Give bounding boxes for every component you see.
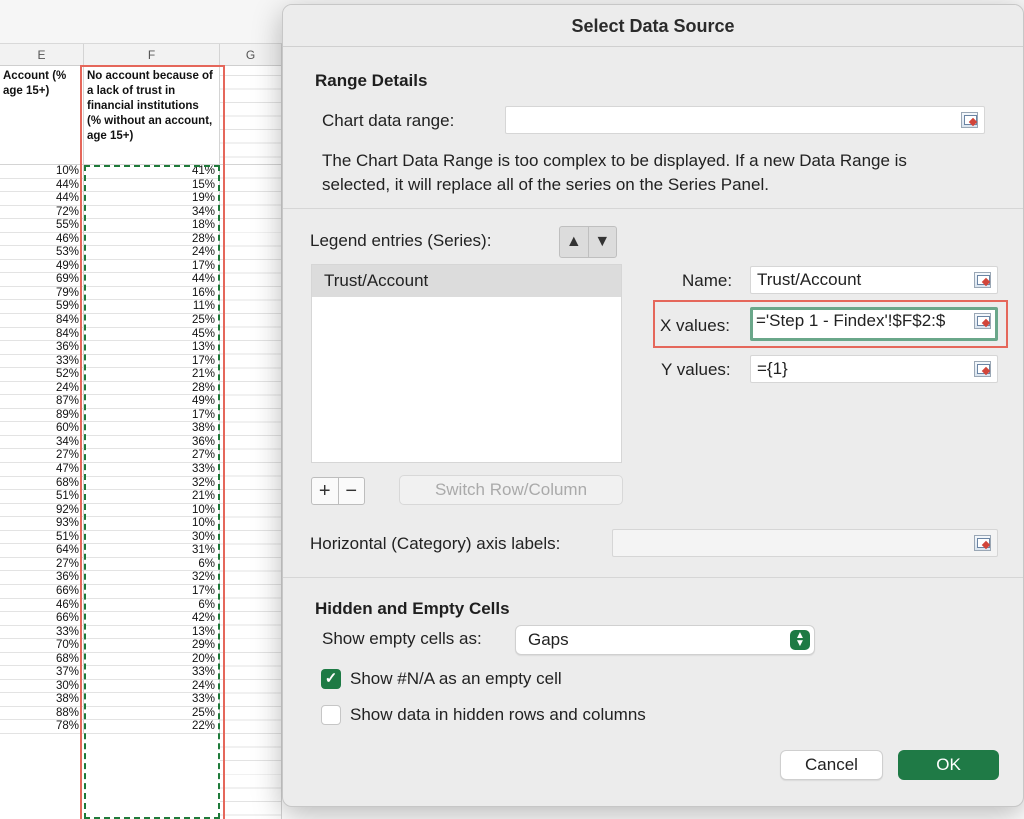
column-header-e[interactable]: E bbox=[0, 44, 84, 66]
column-e-cell[interactable]: 78% bbox=[0, 720, 84, 734]
show-na-checkbox[interactable]: ✓ bbox=[321, 669, 341, 689]
column-e-cell[interactable]: 68% bbox=[0, 476, 84, 491]
y-values-label: Y values: bbox=[661, 360, 731, 379]
column-e-cell[interactable]: 92% bbox=[0, 503, 84, 518]
column-e-cell[interactable]: 55% bbox=[0, 219, 84, 233]
chart-data-range-field[interactable] bbox=[505, 106, 985, 134]
axis-labels-field[interactable] bbox=[612, 529, 998, 557]
column-e-cell[interactable]: 68% bbox=[0, 652, 84, 667]
show-hidden-data-checkbox[interactable] bbox=[321, 705, 341, 725]
column-e-cell[interactable]: 49% bbox=[0, 259, 84, 274]
column-e-cell[interactable]: 66% bbox=[0, 584, 84, 599]
column-e-cell[interactable]: 69% bbox=[0, 273, 84, 287]
name-label: Name: bbox=[682, 271, 733, 290]
column-e-cell[interactable]: 84% bbox=[0, 327, 84, 342]
column-e-cell[interactable]: 64% bbox=[0, 544, 84, 558]
column-e-cell[interactable]: 60% bbox=[0, 422, 84, 436]
axis-labels-label: Horizontal (Category) axis labels: bbox=[310, 534, 561, 553]
show-na-label[interactable]: Show #N/A as an empty cell bbox=[350, 669, 562, 689]
column-e-cell[interactable]: 59% bbox=[0, 300, 84, 315]
name-picker-icon[interactable] bbox=[974, 272, 991, 288]
range-picker-icon[interactable] bbox=[961, 112, 978, 128]
series-list[interactable]: Trust/Account bbox=[311, 264, 622, 463]
show-empty-cells-select[interactable]: Gaps ▲ ▼ bbox=[515, 625, 815, 655]
column-e-cell[interactable]: 38% bbox=[0, 693, 84, 707]
column-e-cell[interactable]: 46% bbox=[0, 598, 84, 613]
column-e-cell[interactable]: 47% bbox=[0, 463, 84, 477]
show-empty-cells-value: Gaps bbox=[528, 630, 569, 649]
column-e-cell[interactable]: 89% bbox=[0, 408, 84, 423]
column-e-cell[interactable]: 93% bbox=[0, 517, 84, 531]
show-hidden-data-label[interactable]: Show data in hidden rows and columns bbox=[350, 705, 646, 725]
column-e-cell[interactable]: 24% bbox=[0, 381, 84, 396]
column-e-cell[interactable]: 34% bbox=[0, 435, 84, 450]
y-values-field[interactable]: ={1} bbox=[750, 355, 998, 383]
remove-series-button[interactable]: − bbox=[339, 478, 365, 504]
column-e-cell[interactable]: 33% bbox=[0, 625, 84, 640]
y-values-picker-icon[interactable] bbox=[974, 361, 991, 377]
x-values-label: X values: bbox=[660, 316, 730, 335]
ok-button[interactable]: OK bbox=[898, 750, 999, 780]
column-e-cell[interactable]: 44% bbox=[0, 178, 84, 193]
column-e-cell[interactable]: 70% bbox=[0, 639, 84, 653]
column-e-cell[interactable]: 33% bbox=[0, 354, 84, 369]
column-header-g[interactable]: G bbox=[220, 44, 282, 66]
legend-entries-label: Legend entries (Series): bbox=[310, 231, 492, 250]
column-e-cell[interactable]: 46% bbox=[0, 232, 84, 247]
column-e-cell[interactable]: 36% bbox=[0, 571, 84, 585]
column-e: Account (% age 15+) 10% 44% 44% 72% 55% 46% 53… bbox=[0, 66, 84, 819]
x-values-picker-icon[interactable] bbox=[974, 313, 991, 329]
column-e-cell[interactable]: 36% bbox=[0, 341, 84, 355]
hidden-empty-heading: Hidden and Empty Cells bbox=[315, 599, 510, 618]
x-values-value: ='Step 1 - Findex'!$F$2:$ bbox=[756, 311, 946, 330]
series-item-trust-account[interactable]: Trust/Account bbox=[312, 265, 621, 297]
move-down-arrow-icon[interactable]: ▼ bbox=[589, 227, 617, 257]
column-e-cell[interactable]: 87% bbox=[0, 395, 84, 409]
column-e-cell[interactable]: 30% bbox=[0, 679, 84, 694]
column-e-cell[interactable]: 51% bbox=[0, 530, 84, 545]
dialog-title: Select Data Source bbox=[283, 5, 1023, 47]
column-e-cell[interactable]: 84% bbox=[0, 314, 84, 328]
column-e-cell[interactable]: 44% bbox=[0, 192, 84, 206]
column-e-values: 10% 44% 44% 72% 55% 46% 53% 49% 69% 79% 59% 84% 84% 3… bbox=[0, 165, 84, 734]
column-e-cell[interactable]: 10% bbox=[0, 165, 84, 179]
chevron-updown-icon: ▲ ▼ bbox=[790, 630, 810, 650]
column-header-f[interactable]: F bbox=[84, 44, 220, 66]
column-e-cell[interactable]: 51% bbox=[0, 490, 84, 504]
chart-data-range-label: Chart data range: bbox=[322, 111, 455, 130]
column-e-header-cell[interactable]: Account (% age 15+) bbox=[0, 66, 84, 165]
move-up-arrow-icon[interactable]: ▲ bbox=[560, 227, 589, 257]
column-e-cell[interactable]: 53% bbox=[0, 246, 84, 260]
add-remove-series-buttons: + − bbox=[311, 477, 365, 505]
series-name-field[interactable]: Trust/Account bbox=[750, 266, 998, 294]
column-e-cell[interactable]: 37% bbox=[0, 666, 84, 680]
select-data-source-dialog: Select Data Source Range Details Chart d… bbox=[282, 4, 1024, 807]
add-series-button[interactable]: + bbox=[312, 478, 339, 504]
range-message: The Chart Data Range is too complex to b… bbox=[322, 151, 907, 194]
column-e-cell[interactable]: 72% bbox=[0, 205, 84, 220]
column-e-cell[interactable]: 79% bbox=[0, 286, 84, 301]
column-e-cell[interactable]: 52% bbox=[0, 368, 84, 382]
column-e-cell[interactable]: 66% bbox=[0, 612, 84, 626]
cancel-button[interactable]: Cancel bbox=[780, 750, 883, 780]
column-f-highlight-outline bbox=[80, 65, 225, 819]
switch-row-column-button[interactable]: Switch Row/Column bbox=[399, 475, 623, 505]
column-g[interactable] bbox=[220, 66, 282, 819]
column-e-cell[interactable]: 27% bbox=[0, 449, 84, 464]
axis-labels-picker-icon[interactable] bbox=[974, 535, 991, 551]
y-values-value: ={1} bbox=[757, 359, 788, 378]
x-values-field[interactable]: ='Step 1 - Findex'!$F$2:$ bbox=[750, 307, 998, 341]
series-order-buttons: ▲ ▼ bbox=[559, 226, 617, 258]
divider bbox=[283, 577, 1023, 578]
divider bbox=[283, 208, 1023, 209]
column-e-cell[interactable]: 88% bbox=[0, 706, 84, 721]
column-e-cell[interactable]: 27% bbox=[0, 557, 84, 572]
series-name-value: Trust/Account bbox=[757, 270, 862, 289]
range-details-heading: Range Details bbox=[315, 71, 428, 90]
show-empty-cells-label: Show empty cells as: bbox=[322, 629, 482, 648]
